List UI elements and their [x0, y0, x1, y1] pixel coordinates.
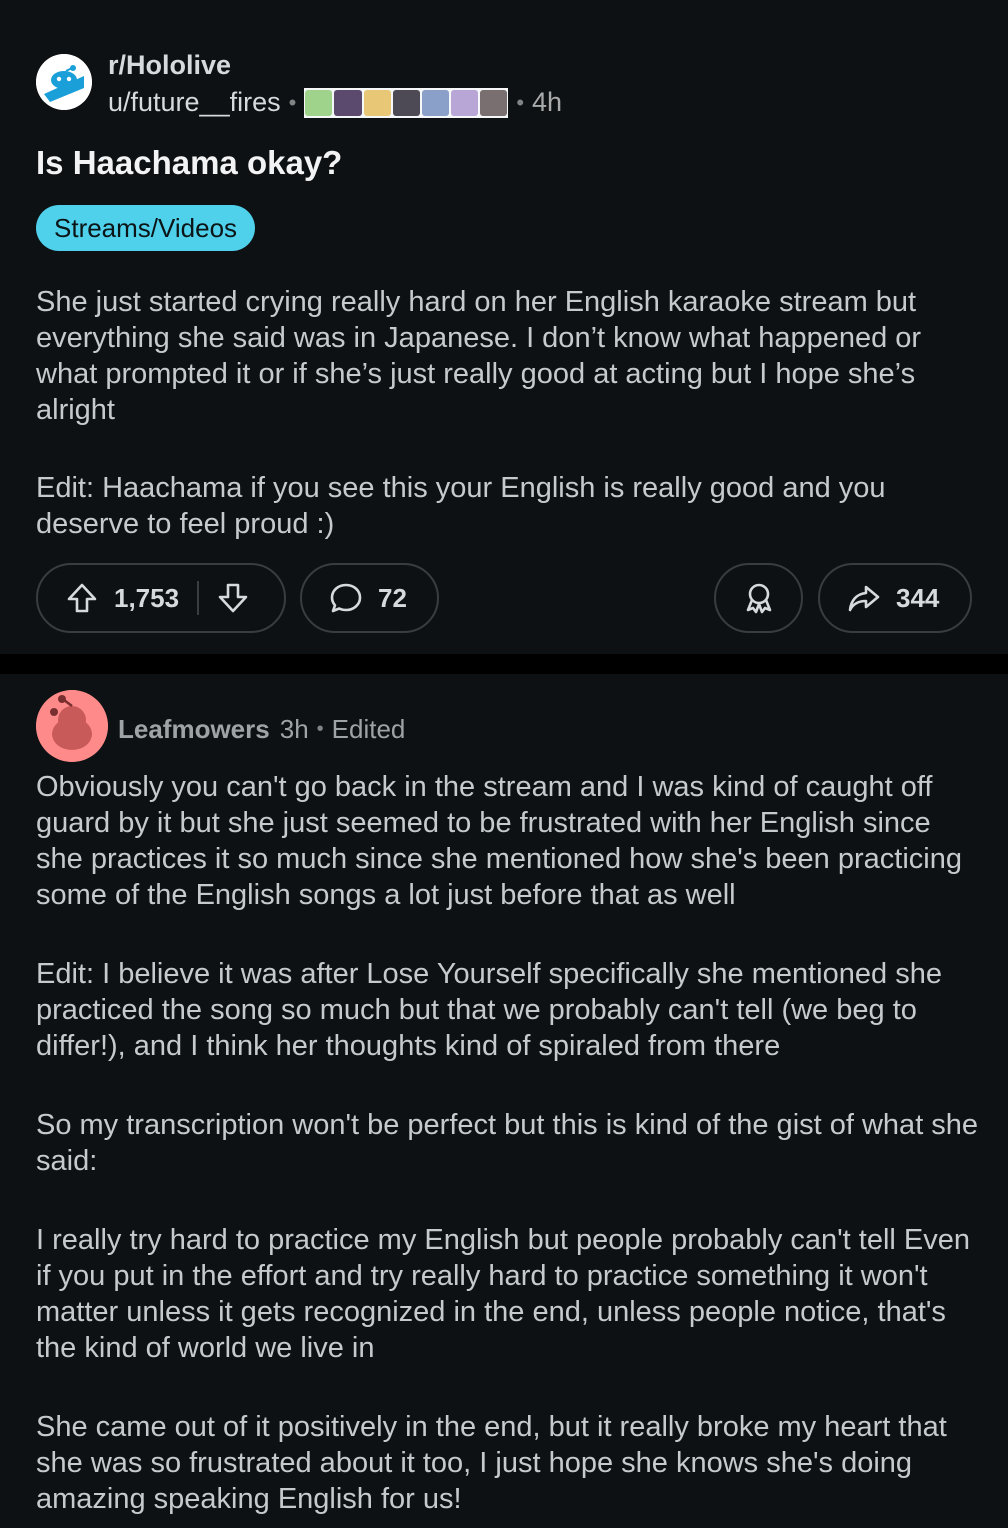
- edited-label: Edited: [331, 714, 406, 744]
- upvote-arrow-icon[interactable]: [64, 580, 100, 616]
- award-icon: [746, 583, 771, 614]
- post-title[interactable]: Is Haachama okay?: [36, 144, 342, 182]
- post-body-paragraph: She just started crying really hard on h…: [36, 286, 922, 426]
- comment-body-paragraph: So my transcription won't be perfect but…: [36, 1109, 979, 1177]
- comment-time: 3h: [279, 714, 309, 744]
- comment-count: 72: [378, 582, 407, 613]
- post-meta: u/future__fires • • 4h: [108, 87, 562, 118]
- vote-control: 1,753: [36, 563, 286, 633]
- comment-author[interactable]: Leafmowers: [118, 714, 270, 745]
- post-author[interactable]: u/future__fires: [108, 87, 281, 118]
- post-time: 4h: [532, 87, 563, 117]
- vote-separator: [197, 581, 200, 615]
- subreddit-name[interactable]: r/Hololive: [108, 50, 231, 81]
- user-flair-emotes: [304, 87, 509, 118]
- post-body-paragraph: Edit: Haachama if you see this your Engl…: [36, 472, 886, 540]
- comment-body-paragraph: She came out of it positively in the end…: [36, 1411, 947, 1515]
- section-divider: [0, 654, 1008, 674]
- subreddit-avatar[interactable]: [36, 54, 92, 110]
- comment-meta: Leafmowers 3h • Edited: [118, 714, 405, 745]
- comment-card: Leafmowers 3h • Edited Obviously you can…: [0, 674, 1008, 1528]
- separator-dot: •: [288, 89, 297, 115]
- comment-bubble-icon: [330, 583, 362, 613]
- snoo-avatar-icon: [36, 690, 108, 762]
- share-arrow-icon: [848, 585, 880, 612]
- reddit-snoo-icon: [36, 54, 92, 110]
- separator-dot: •: [516, 89, 525, 115]
- separator-dot: •: [316, 718, 324, 740]
- downvote-arrow-icon[interactable]: [215, 580, 251, 616]
- comment-body-paragraph: Edit: I believe it was after Lose Yourse…: [36, 958, 942, 1062]
- share-count: 344: [896, 582, 940, 613]
- post-flair[interactable]: Streams/Videos: [36, 205, 256, 251]
- comment-body-paragraph: I really try hard to practice my English…: [36, 1224, 971, 1364]
- upvote-count: 1,753: [114, 582, 180, 613]
- award-button[interactable]: [714, 563, 803, 633]
- comment-body-paragraph: Obviously you can't go back in the strea…: [36, 771, 962, 911]
- post-card: r/Hololive u/future__fires • • 4h Is Haa…: [0, 0, 1008, 654]
- share-button[interactable]: 344: [818, 563, 972, 633]
- avatar[interactable]: [36, 690, 108, 762]
- comments-button[interactable]: 72: [300, 563, 439, 633]
